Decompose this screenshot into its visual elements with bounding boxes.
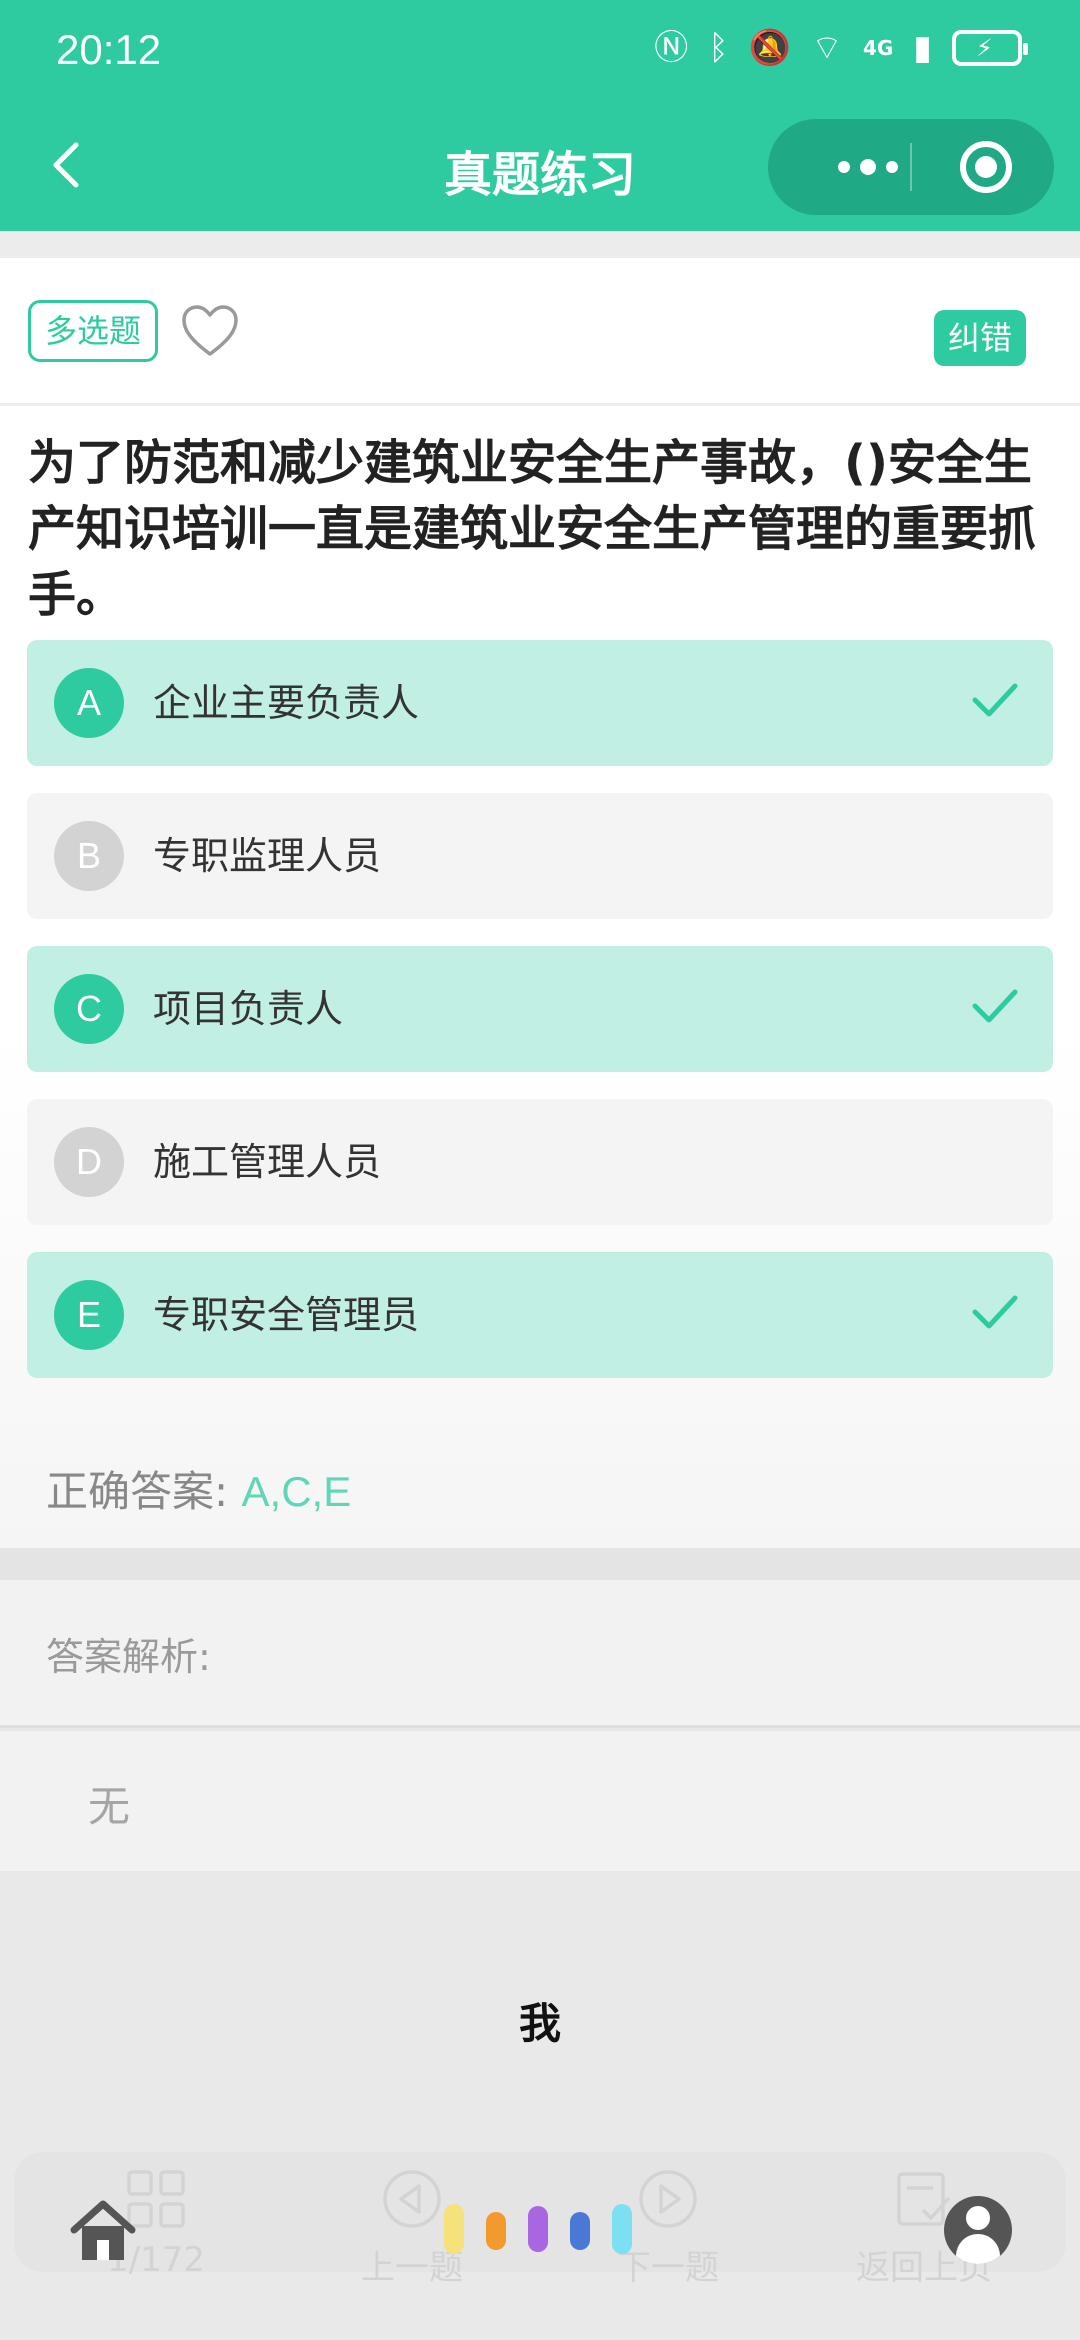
option-label: 专职监理人员 [153,834,382,878]
status-bar: 20:12 Ⓝ ᛒ 🔕 ⌔ 4G ▮ ⚡ [0,0,1080,105]
correct-answer-label: 正确答案: [46,1467,229,1516]
option-e[interactable]: E 专职安全管理员 [27,1252,1053,1378]
option-letter: A [54,668,124,738]
bell-muted-icon: 🔕 [748,28,791,68]
question-text: 为了防范和减少建筑业安全生产事故，()安全生产知识培训一直是建筑业安全生产管理的… [28,435,1037,623]
network-label: 4G [862,36,894,60]
option-d[interactable]: D 施工管理人员 [27,1099,1053,1225]
me-label: 我 [518,1999,561,2048]
target-icon[interactable] [960,141,1012,193]
section-gap [0,231,1080,258]
nav-bar: 真题练习 [0,105,1080,231]
section-gap [0,1548,1080,1580]
option-a[interactable]: A 企业主要负责人 [27,640,1053,766]
loading-dot [528,2206,548,2252]
signal-icon: ▮ [913,28,932,68]
home-icon[interactable] [68,2196,138,2266]
report-error-button[interactable]: 纠错 [934,310,1026,366]
divider [0,403,1080,406]
option-c[interactable]: C 项目负责人 [27,946,1053,1072]
option-b[interactable]: B 专职监理人员 [27,793,1053,919]
prev-icon [383,2170,441,2228]
question-type-tag: 多选题 [28,300,159,362]
battery-charging-icon: ⚡ [952,30,1028,66]
loading-dot [612,2204,632,2254]
question-card: 多选题 纠错 为了防范和减少建筑业安全生产事故，()安全生产知识培训一直是建筑业… [0,258,1080,1548]
loading-dots-indicator [444,2204,644,2254]
loading-dot [486,2212,506,2250]
option-label: 专职安全管理员 [153,1293,420,1337]
analysis-text: 无 [88,1782,131,1831]
loading-dot [444,2204,464,2254]
option-letter: E [54,1280,124,1350]
mini-program-capsule [768,119,1054,215]
option-label: 施工管理人员 [153,1140,382,1184]
favorite-heart-icon[interactable] [180,304,240,358]
user-avatar-icon[interactable] [944,2196,1012,2264]
check-icon [972,683,1018,717]
correct-answer: 正确答案: A,C,E [46,1458,351,1519]
status-icons: Ⓝ ᛒ 🔕 ⌔ 4G ▮ ⚡ [654,28,1028,68]
option-label: 项目负责人 [153,987,344,1031]
nfc-icon: Ⓝ [654,28,689,68]
analysis-header: 答案解析: [0,1580,1080,1728]
check-icon [972,1295,1018,1329]
next-icon [639,2170,697,2228]
option-letter: D [54,1127,124,1197]
analysis-content: 无 [0,1731,1080,1871]
wifi-icon: ⌔ [810,28,843,68]
correct-answer-value: A,C,E [241,1468,352,1515]
option-label: 企业主要负责人 [153,681,420,725]
status-time: 20:12 [56,26,162,73]
option-letter: B [54,821,124,891]
option-letter: C [54,974,124,1044]
bluetooth-icon: ᛒ [708,28,729,68]
loading-dot [570,2212,590,2250]
check-icon [972,989,1018,1023]
analysis-label: 答案解析: [46,1635,211,1679]
capsule-divider [910,143,912,191]
